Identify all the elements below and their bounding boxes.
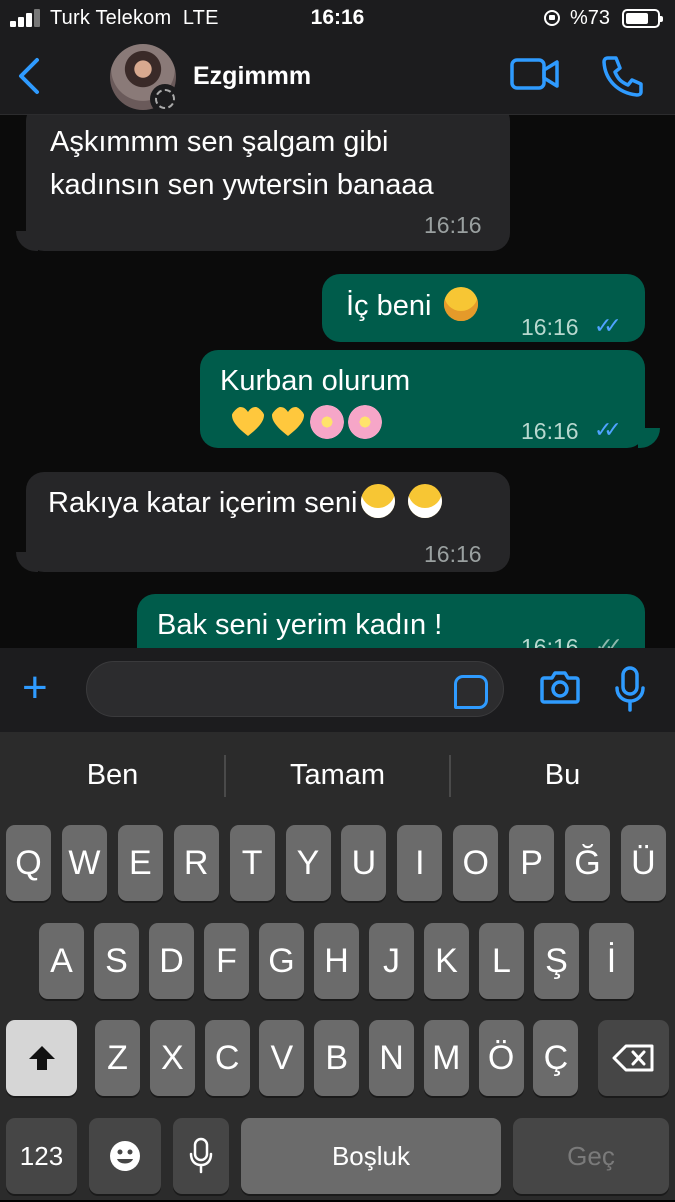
key-row2-2[interactable]: D [149,923,194,999]
battery-icon [622,9,663,28]
delivered-receipt-icon: ✓✓ [595,633,623,648]
sticker-icon[interactable] [454,675,488,709]
shift-icon [28,1046,55,1070]
key-row3-0[interactable]: Z [95,1020,140,1096]
keyboard: Ben Tamam Bu QWERTYUIOPĞÜ ASDFGHJKLŞİ ZXCV… [0,732,675,1200]
message-time: 16:16 [424,541,482,567]
space-key[interactable]: Boşluk [241,1118,501,1194]
message-bubble-outgoing[interactable]: Kurban olurum 16:16 ✓✓ [200,350,645,448]
message-time: 16:16 [521,634,579,648]
shift-key[interactable] [6,1020,77,1096]
message-input-bar: + [0,648,675,732]
key-row1-2[interactable]: E [117,825,163,901]
message-bubble-outgoing[interactable]: İç beni 16:16 ✓✓ [322,274,645,342]
message-text: İç beni [346,290,432,322]
yellow-heart-emoji [272,407,304,436]
key-row1-6[interactable]: U [341,825,387,901]
contact-name[interactable]: Ezgimmm [193,62,311,91]
numbers-key[interactable]: 123 [6,1118,77,1194]
message-time: 16:16 [521,314,579,340]
key-row2-1[interactable]: S [94,923,139,999]
status-ring-icon [150,84,180,114]
plus-icon[interactable]: + [22,666,48,710]
key-row3-2[interactable]: C [204,1020,250,1096]
grinning-emoji [361,484,396,518]
key-row3-8[interactable]: Ç [533,1020,579,1096]
key-row1-1[interactable]: W [61,825,107,901]
laughing-tears-emoji [443,287,478,321]
key-row1-10[interactable]: Ğ [565,825,610,901]
suggestion-3[interactable]: Bu [450,732,675,818]
battery-percent: %73 [570,7,611,29]
key-row2-6[interactable]: J [369,923,414,999]
key-row2-10[interactable]: İ [589,923,634,999]
key-row1-11[interactable]: Ü [620,825,666,901]
message-bubble-incoming[interactable]: Rakıya katar içerim seni 16:16 [26,472,510,572]
back-chevron-icon[interactable] [12,54,52,98]
key-row2-7[interactable]: K [424,923,469,999]
emoji-key[interactable] [89,1118,161,1194]
message-bubble-incoming[interactable]: Aşkımmm sen şalgam gibi kadınsın sen ywt… [26,115,510,251]
message-text: Rakıya katar içerim seni [48,487,358,519]
key-row3-7[interactable]: Ö [478,1020,524,1096]
key-row2-0[interactable]: A [39,923,84,999]
key-row1-4[interactable]: T [229,825,275,901]
key-row3-3[interactable]: V [259,1020,305,1096]
message-time: 16:16 [424,212,482,238]
orientation-lock-icon [544,10,560,26]
cherry-blossom-emoji [348,405,382,439]
avatar[interactable] [110,44,180,114]
key-row3-5[interactable]: N [369,1020,414,1096]
message-bubble-outgoing[interactable]: Bak seni yerim kadın ! 16:16 ✓✓ [137,594,645,648]
dictation-mic-icon [189,1137,213,1174]
suggestion-2[interactable]: Tamam [225,732,450,818]
key-row3-4[interactable]: B [314,1020,360,1096]
phone-call-icon[interactable] [600,54,644,98]
chat-area[interactable]: Aşkımmm sen şalgam gibi kadınsın sen ywt… [0,115,675,648]
yellow-heart-emoji [232,407,264,436]
read-receipt-icon: ✓✓ [594,417,622,442]
cherry-blossom-emoji [310,405,344,439]
key-row2-4[interactable]: G [259,923,304,999]
emoji-icon [110,1141,140,1171]
key-row2-8[interactable]: L [479,923,524,999]
status-bar: Turk Telekom LTE 16:16 %73 [0,0,675,38]
microphone-icon[interactable] [614,666,646,714]
message-text: Kurban olurum [220,365,411,397]
message-text: Bak seni yerim kadın ! [157,609,443,641]
key-row2-5[interactable]: H [314,923,359,999]
key-row1-0[interactable]: Q [6,825,51,901]
video-call-icon[interactable] [510,56,560,92]
key-row1-3[interactable]: R [173,825,219,901]
return-key[interactable]: Geç [513,1118,669,1194]
key-row3-6[interactable]: M [423,1020,469,1096]
chat-header: Ezgimmm [0,38,675,115]
message-text: Aşkımmm sen şalgam gibi kadınsın sen ywt… [50,126,434,201]
dictation-key[interactable] [173,1118,229,1194]
key-row2-3[interactable]: F [204,923,249,999]
grinning-emoji [407,484,442,518]
key-row1-8[interactable]: O [453,825,499,901]
backspace-icon [612,1044,653,1072]
suggestion-1[interactable]: Ben [0,732,225,818]
key-row1-9[interactable]: P [509,825,555,901]
camera-icon[interactable] [540,670,580,704]
message-input[interactable] [86,661,504,717]
key-row1-5[interactable]: Y [285,825,331,901]
message-time: 16:16 [521,418,579,444]
key-row2-9[interactable]: Ş [534,923,579,999]
read-receipt-icon: ✓✓ [594,313,622,338]
key-row3-1[interactable]: X [149,1020,195,1096]
backspace-key[interactable] [598,1020,669,1096]
key-row1-7[interactable]: I [397,825,443,901]
